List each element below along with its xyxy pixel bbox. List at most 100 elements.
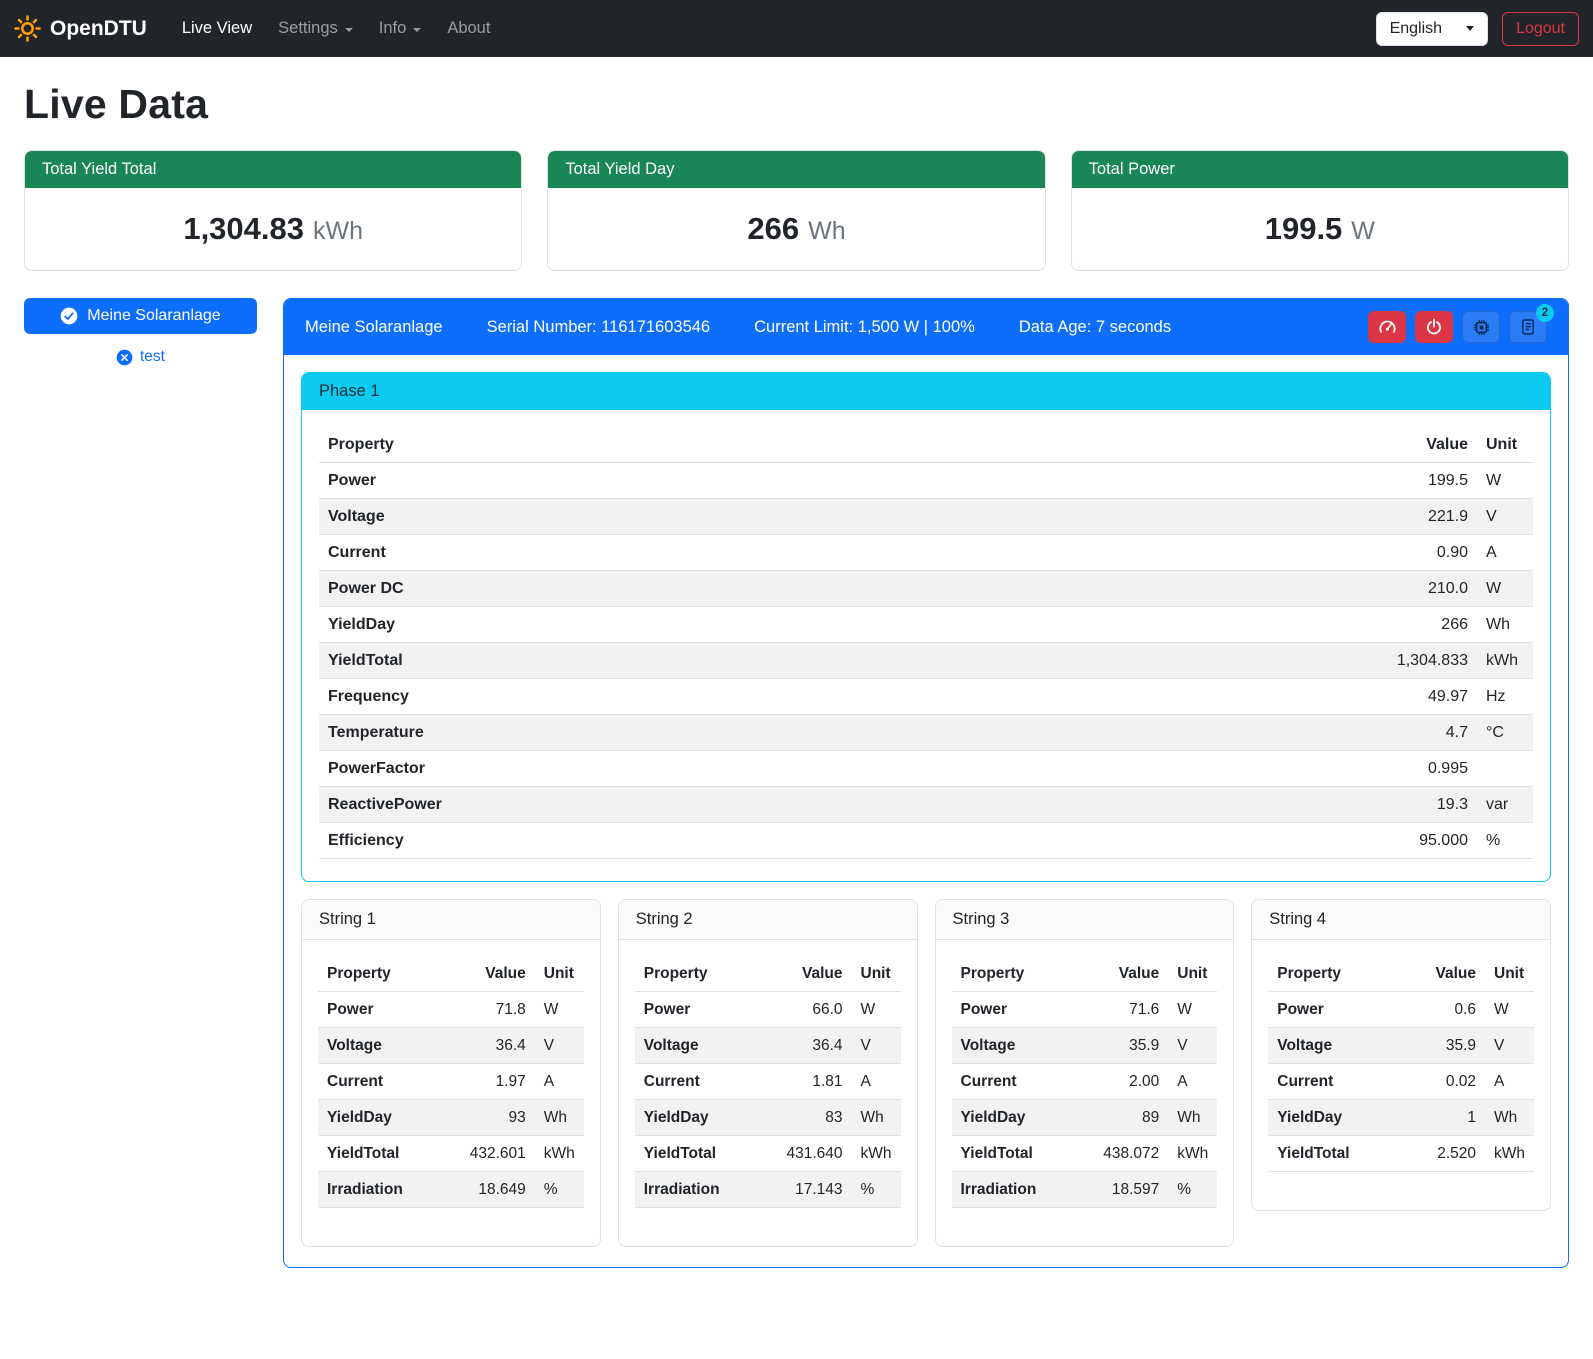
row-value: 221.9 <box>1010 499 1477 535</box>
row-property: Voltage <box>952 1028 1073 1064</box>
language-select-value: English <box>1390 20 1442 38</box>
row-value: 93 <box>439 1100 535 1136</box>
row-property: Voltage <box>635 1028 756 1064</box>
row-property: Power <box>1268 992 1400 1028</box>
row-unit: Wh <box>1485 1100 1534 1136</box>
column-unit: Unit <box>535 956 584 992</box>
nav-item-settings[interactable]: Settings <box>270 11 361 46</box>
table-row: YieldDay 266 Wh <box>319 607 1533 643</box>
cpu-icon <box>1472 318 1491 337</box>
column-unit: Unit <box>1168 956 1217 992</box>
string-2-card: String 2 Property Value Unit <box>618 899 918 1247</box>
column-value: Value <box>1073 956 1169 992</box>
check-circle-icon <box>60 307 78 325</box>
string-table-head: Property Value Unit <box>635 956 901 992</box>
card-unit: Wh <box>808 217 846 245</box>
language-select[interactable]: English <box>1376 12 1488 46</box>
table-row: Efficiency 95.000 % <box>319 823 1533 859</box>
phase-table-body: Power 199.5 W Voltage 221.9 V <box>319 463 1533 859</box>
inverter-panel-header: Meine Solaranlage Serial Number: 1161716… <box>284 299 1568 355</box>
table-row: Irradiation 17.143 % <box>635 1172 901 1208</box>
table-row: YieldTotal 438.072 kWh <box>952 1136 1218 1172</box>
nav-item-label: Settings <box>278 19 338 38</box>
row-value: 71.8 <box>439 992 535 1028</box>
brand[interactable]: OpenDTU <box>14 15 147 42</box>
row-value: 89 <box>1073 1100 1169 1136</box>
card-value: 266 <box>747 211 799 246</box>
table-header-row: Property Value Unit <box>319 427 1533 463</box>
card-title: Total Yield Day <box>548 151 1044 188</box>
device-info-button[interactable] <box>1462 311 1500 343</box>
inverter-select-label: Meine Solaranlage <box>87 307 220 325</box>
nav-item-about[interactable]: About <box>439 11 498 46</box>
row-unit <box>1477 751 1533 787</box>
row-unit: V <box>852 1028 901 1064</box>
card-body: 199.5 W <box>1072 188 1568 270</box>
string-card-title: String 2 <box>619 900 917 940</box>
row-property: Voltage <box>319 499 1010 535</box>
row-unit: kWh <box>1485 1136 1534 1172</box>
row-property: YieldDay <box>952 1100 1073 1136</box>
column-unit: Unit <box>1485 956 1534 992</box>
card-unit: W <box>1351 217 1375 245</box>
table-row: YieldTotal 432.601 kWh <box>318 1136 584 1172</box>
row-unit: Wh <box>535 1100 584 1136</box>
phase-card-body: Property Value Unit Power 199.5 <box>302 410 1550 881</box>
row-value: 0.6 <box>1400 992 1485 1028</box>
row-property: YieldTotal <box>319 643 1010 679</box>
row-unit: W <box>1477 463 1533 499</box>
table-row: ReactivePower 19.3 var <box>319 787 1533 823</box>
row-property: Irradiation <box>318 1172 439 1208</box>
table-header-row: Property Value Unit <box>952 956 1218 992</box>
card-body: 1,304.83kWh <box>25 188 521 270</box>
row-value: 210.0 <box>1010 571 1477 607</box>
row-value: 17.143 <box>756 1172 852 1208</box>
row-value: 199.5 <box>1010 463 1477 499</box>
test-inverter-label: test <box>140 348 165 366</box>
row-property: PowerFactor <box>319 751 1010 787</box>
nav-item-info[interactable]: Info <box>371 11 430 46</box>
row-unit: Wh <box>1477 607 1533 643</box>
navbar: OpenDTU Live View Settings Info About En… <box>0 0 1593 57</box>
row-property: YieldDay <box>1268 1100 1400 1136</box>
string-card-title: String 4 <box>1252 900 1550 940</box>
table-row: Power DC 210.0 W <box>319 571 1533 607</box>
row-value: 1 <box>1400 1100 1485 1136</box>
inverter-data-age: Data Age: 7 seconds <box>1019 318 1171 337</box>
table-row: Current 1.97 A <box>318 1064 584 1100</box>
row-property: Current <box>952 1064 1073 1100</box>
test-inverter-link[interactable]: test <box>24 348 257 366</box>
power-button[interactable] <box>1415 311 1453 343</box>
table-row: Power 71.8 W <box>318 992 584 1028</box>
string-table: Property Value Unit Power <box>635 956 901 1208</box>
event-log-button[interactable]: 2 <box>1509 311 1547 343</box>
card-value: 199.5 <box>1265 211 1343 246</box>
row-unit: var <box>1477 787 1533 823</box>
row-unit: W <box>1485 992 1534 1028</box>
inverter-select-button[interactable]: Meine Solaranlage <box>24 298 257 334</box>
row-unit: W <box>1477 571 1533 607</box>
row-property: Current <box>635 1064 756 1100</box>
row-value: 0.90 <box>1010 535 1477 571</box>
row-unit: V <box>535 1028 584 1064</box>
row-property: Power <box>319 463 1010 499</box>
table-row: Voltage 36.4 V <box>318 1028 584 1064</box>
row-property: YieldDay <box>319 607 1010 643</box>
row-unit: V <box>1477 499 1533 535</box>
logout-button[interactable]: Logout <box>1502 12 1579 46</box>
limit-settings-button[interactable] <box>1368 311 1406 343</box>
table-row: Power 199.5 W <box>319 463 1533 499</box>
x-circle-icon[interactable] <box>116 349 133 366</box>
string-table-body: Power 71.8 W Voltage 36.4 V <box>318 992 584 1208</box>
column-value: Value <box>756 956 852 992</box>
string-table-head: Property Value Unit <box>952 956 1218 992</box>
table-header-row: Property Value Unit <box>1268 956 1534 992</box>
column-property: Property <box>318 956 439 992</box>
nav-item-live-view[interactable]: Live View <box>174 11 260 46</box>
total-power-card: Total Power 199.5W <box>1071 150 1569 271</box>
row-property: Temperature <box>319 715 1010 751</box>
row-value: 35.9 <box>1073 1028 1169 1064</box>
row-value: 36.4 <box>439 1028 535 1064</box>
row-unit: Hz <box>1477 679 1533 715</box>
nav-links: Live View Settings Info About <box>169 11 504 46</box>
